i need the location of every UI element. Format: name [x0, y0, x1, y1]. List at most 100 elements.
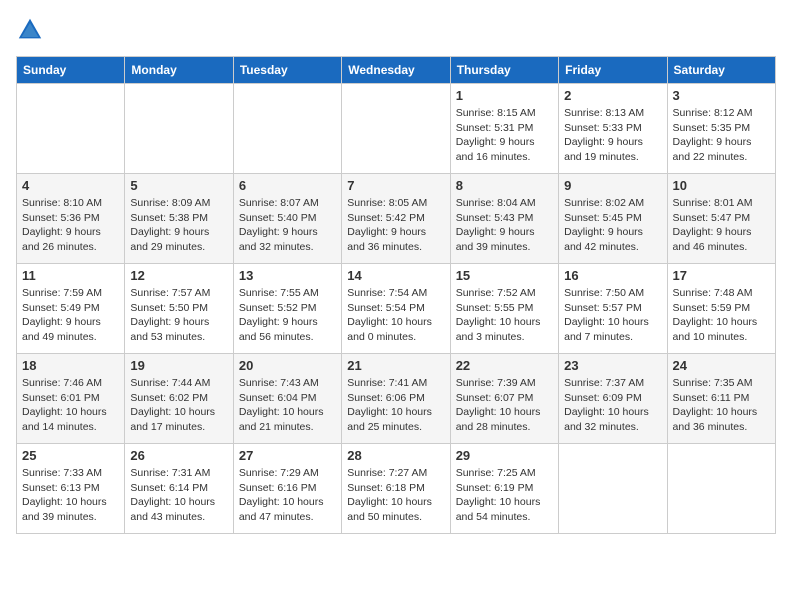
calendar-cell: 20 Sunrise: 7:43 AM Sunset: 6:04 PM Dayli… — [233, 354, 341, 444]
day-detail: Sunrise: 7:39 AM Sunset: 6:07 PM Dayligh… — [456, 376, 553, 435]
day-number: 1 — [456, 88, 553, 103]
day-number: 2 — [564, 88, 661, 103]
calendar-cell: 17 Sunrise: 7:48 AM Sunset: 5:59 PM Dayli… — [667, 264, 775, 354]
calendar-cell: 13 Sunrise: 7:55 AM Sunset: 5:52 PM Dayli… — [233, 264, 341, 354]
day-of-week-header: Saturday — [667, 57, 775, 84]
calendar-cell — [342, 84, 450, 174]
day-detail: Sunrise: 8:10 AM Sunset: 5:36 PM Dayligh… — [22, 196, 119, 255]
calendar-cell: 11 Sunrise: 7:59 AM Sunset: 5:49 PM Dayli… — [17, 264, 125, 354]
calendar-cell: 26 Sunrise: 7:31 AM Sunset: 6:14 PM Dayli… — [125, 444, 233, 534]
day-number: 17 — [673, 268, 770, 283]
day-number: 26 — [130, 448, 227, 463]
day-number: 6 — [239, 178, 336, 193]
calendar-cell: 14 Sunrise: 7:54 AM Sunset: 5:54 PM Dayli… — [342, 264, 450, 354]
day-number: 28 — [347, 448, 444, 463]
calendar-cell: 25 Sunrise: 7:33 AM Sunset: 6:13 PM Dayli… — [17, 444, 125, 534]
day-of-week-header: Friday — [559, 57, 667, 84]
day-detail: Sunrise: 8:15 AM Sunset: 5:31 PM Dayligh… — [456, 106, 553, 165]
logo-icon — [16, 16, 44, 44]
day-number: 5 — [130, 178, 227, 193]
calendar-cell: 5Sunrise: 8:09 AM Sunset: 5:38 PM Daylig… — [125, 174, 233, 264]
day-detail: Sunrise: 7:29 AM Sunset: 6:16 PM Dayligh… — [239, 466, 336, 525]
calendar-cell: 29 Sunrise: 7:25 AM Sunset: 6:19 PM Dayli… — [450, 444, 558, 534]
day-detail: Sunrise: 7:54 AM Sunset: 5:54 PM Dayligh… — [347, 286, 444, 345]
day-number: 27 — [239, 448, 336, 463]
day-detail: Sunrise: 7:59 AM Sunset: 5:49 PM Dayligh… — [22, 286, 119, 345]
day-number: 7 — [347, 178, 444, 193]
day-number: 10 — [673, 178, 770, 193]
day-detail: Sunrise: 7:43 AM Sunset: 6:04 PM Dayligh… — [239, 376, 336, 435]
day-of-week-header: Sunday — [17, 57, 125, 84]
day-detail: Sunrise: 7:57 AM Sunset: 5:50 PM Dayligh… — [130, 286, 227, 345]
day-number: 15 — [456, 268, 553, 283]
day-detail: Sunrise: 7:37 AM Sunset: 6:09 PM Dayligh… — [564, 376, 661, 435]
day-number: 4 — [22, 178, 119, 193]
day-detail: Sunrise: 7:27 AM Sunset: 6:18 PM Dayligh… — [347, 466, 444, 525]
calendar-cell: 15 Sunrise: 7:52 AM Sunset: 5:55 PM Dayli… — [450, 264, 558, 354]
logo — [16, 16, 48, 44]
calendar-cell — [125, 84, 233, 174]
day-of-week-header: Thursday — [450, 57, 558, 84]
day-detail: Sunrise: 8:02 AM Sunset: 5:45 PM Dayligh… — [564, 196, 661, 255]
calendar-cell: 6 Sunrise: 8:07 AM Sunset: 5:40 PM Daylig… — [233, 174, 341, 264]
day-detail: Sunrise: 8:13 AM Sunset: 5:33 PM Dayligh… — [564, 106, 661, 165]
calendar-cell: 23 Sunrise: 7:37 AM Sunset: 6:09 PM Dayli… — [559, 354, 667, 444]
calendar-cell: 8 Sunrise: 8:04 AM Sunset: 5:43 PM Daylig… — [450, 174, 558, 264]
day-of-week-header: Wednesday — [342, 57, 450, 84]
calendar-cell: 9 Sunrise: 8:02 AM Sunset: 5:45 PM Daylig… — [559, 174, 667, 264]
page-header — [16, 16, 776, 44]
calendar-cell: 27 Sunrise: 7:29 AM Sunset: 6:16 PM Dayli… — [233, 444, 341, 534]
calendar-week-row: 18Sunrise: 7:46 AM Sunset: 6:01 PM Dayli… — [17, 354, 776, 444]
day-number: 22 — [456, 358, 553, 373]
day-number: 18 — [22, 358, 119, 373]
calendar-cell: 4 Sunrise: 8:10 AM Sunset: 5:36 PM Daylig… — [17, 174, 125, 264]
calendar-header-row: SundayMondayTuesdayWednesdayThursdayFrid… — [17, 57, 776, 84]
day-number: 9 — [564, 178, 661, 193]
day-number: 11 — [22, 268, 119, 283]
day-detail: Sunrise: 7:55 AM Sunset: 5:52 PM Dayligh… — [239, 286, 336, 345]
calendar-cell: 19 Sunrise: 7:44 AM Sunset: 6:02 PM Dayli… — [125, 354, 233, 444]
day-number: 14 — [347, 268, 444, 283]
calendar-cell — [233, 84, 341, 174]
day-number: 13 — [239, 268, 336, 283]
day-detail: Sunrise: 7:44 AM Sunset: 6:02 PM Dayligh… — [130, 376, 227, 435]
calendar-week-row: 1 Sunrise: 8:15 AM Sunset: 5:31 PM Daylig… — [17, 84, 776, 174]
calendar-cell: 16 Sunrise: 7:50 AM Sunset: 5:57 PM Dayli… — [559, 264, 667, 354]
day-detail: Sunrise: 7:52 AM Sunset: 5:55 PM Dayligh… — [456, 286, 553, 345]
day-detail: Sunrise: 7:48 AM Sunset: 5:59 PM Dayligh… — [673, 286, 770, 345]
calendar-cell — [559, 444, 667, 534]
calendar-cell: 28 Sunrise: 7:27 AM Sunset: 6:18 PM Dayli… — [342, 444, 450, 534]
day-detail: Sunrise: 7:25 AM Sunset: 6:19 PM Dayligh… — [456, 466, 553, 525]
calendar-cell: 18Sunrise: 7:46 AM Sunset: 6:01 PM Dayli… — [17, 354, 125, 444]
day-number: 20 — [239, 358, 336, 373]
day-number: 25 — [22, 448, 119, 463]
calendar-cell: 12 Sunrise: 7:57 AM Sunset: 5:50 PM Dayli… — [125, 264, 233, 354]
calendar-week-row: 25 Sunrise: 7:33 AM Sunset: 6:13 PM Dayli… — [17, 444, 776, 534]
day-detail: Sunrise: 7:31 AM Sunset: 6:14 PM Dayligh… — [130, 466, 227, 525]
day-number: 16 — [564, 268, 661, 283]
calendar-cell: 24 Sunrise: 7:35 AM Sunset: 6:11 PM Dayli… — [667, 354, 775, 444]
calendar-cell: 1 Sunrise: 8:15 AM Sunset: 5:31 PM Daylig… — [450, 84, 558, 174]
day-number: 23 — [564, 358, 661, 373]
day-detail: Sunrise: 7:50 AM Sunset: 5:57 PM Dayligh… — [564, 286, 661, 345]
day-detail: Sunrise: 8:12 AM Sunset: 5:35 PM Dayligh… — [673, 106, 770, 165]
calendar-table: SundayMondayTuesdayWednesdayThursdayFrid… — [16, 56, 776, 534]
day-number: 8 — [456, 178, 553, 193]
day-number: 24 — [673, 358, 770, 373]
day-detail: Sunrise: 8:04 AM Sunset: 5:43 PM Dayligh… — [456, 196, 553, 255]
day-detail: Sunrise: 7:33 AM Sunset: 6:13 PM Dayligh… — [22, 466, 119, 525]
calendar-cell: 7 Sunrise: 8:05 AM Sunset: 5:42 PM Daylig… — [342, 174, 450, 264]
calendar-week-row: 11 Sunrise: 7:59 AM Sunset: 5:49 PM Dayli… — [17, 264, 776, 354]
day-number: 12 — [130, 268, 227, 283]
day-number: 29 — [456, 448, 553, 463]
day-detail: Sunrise: 8:07 AM Sunset: 5:40 PM Dayligh… — [239, 196, 336, 255]
day-of-week-header: Tuesday — [233, 57, 341, 84]
calendar-week-row: 4 Sunrise: 8:10 AM Sunset: 5:36 PM Daylig… — [17, 174, 776, 264]
day-detail: Sunrise: 8:05 AM Sunset: 5:42 PM Dayligh… — [347, 196, 444, 255]
day-number: 19 — [130, 358, 227, 373]
calendar-cell: 21Sunrise: 7:41 AM Sunset: 6:06 PM Dayli… — [342, 354, 450, 444]
day-of-week-header: Monday — [125, 57, 233, 84]
calendar-cell — [17, 84, 125, 174]
calendar-cell: 10Sunrise: 8:01 AM Sunset: 5:47 PM Dayli… — [667, 174, 775, 264]
day-detail: Sunrise: 7:35 AM Sunset: 6:11 PM Dayligh… — [673, 376, 770, 435]
